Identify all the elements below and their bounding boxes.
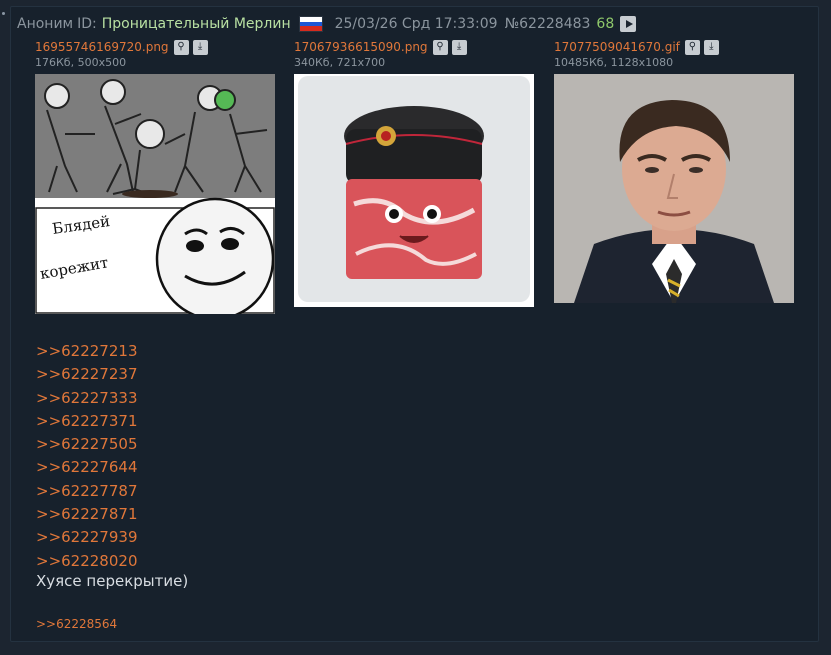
reply-link[interactable]: >>62227333 <box>36 387 137 410</box>
post: Аноним ID: Проницательный Мерлин 25/03/2… <box>10 6 819 642</box>
file-name[interactable]: 17067936615090.png <box>294 40 428 54</box>
thumbnail-3[interactable] <box>554 74 794 303</box>
play-icon[interactable] <box>620 16 637 32</box>
reply-link[interactable]: >>62227644 <box>36 456 137 479</box>
file-meta: 340Кб, 721x700 <box>294 56 386 69</box>
search-icon[interactable]: ⚲ <box>432 39 448 55</box>
reply-link[interactable]: >>62228020 <box>36 550 137 573</box>
russia-flag-icon <box>298 16 323 32</box>
post-bullet <box>2 12 5 15</box>
post-header: Аноним ID: Проницательный Мерлин 25/03/2… <box>17 15 637 33</box>
reply-link[interactable]: >>62227213 <box>36 340 137 363</box>
id-label: ID: <box>77 16 97 32</box>
file-name[interactable]: 16955746169720.png <box>35 40 169 54</box>
download-icon[interactable]: ⤓ <box>451 39 467 55</box>
download-icon[interactable]: ⤓ <box>192 39 208 55</box>
backlink[interactable]: >>62228564 <box>36 617 117 631</box>
file-meta: 176Кб, 500x500 <box>35 56 127 69</box>
file-name[interactable]: 17077509041670.gif <box>554 40 680 54</box>
file-info-2: 17067936615090.png ⚲ ⤓ 340Кб, 721x700 <box>294 39 467 69</box>
reply-links: >>62227213 >>62227237 >>62227333 >>62227… <box>36 340 137 573</box>
reply-link[interactable]: >>62227237 <box>36 363 137 386</box>
reply-link[interactable]: >>62227871 <box>36 503 137 526</box>
file-info-3: 17077509041670.gif ⚲ ⤓ 10485Кб, 1128x108… <box>554 39 719 69</box>
poster-name: Аноним <box>17 16 74 32</box>
search-icon[interactable]: ⚲ <box>684 39 700 55</box>
post-number[interactable]: №62228483 <box>505 16 591 32</box>
download-icon[interactable]: ⤓ <box>703 39 719 55</box>
reply-link[interactable]: >>62227371 <box>36 410 137 433</box>
file-meta: 10485Кб, 1128x1080 <box>554 56 674 69</box>
thumbnail-1[interactable]: Блядей корежит <box>35 74 275 314</box>
post-message: Хуясе перекрытие) <box>36 572 189 590</box>
post-date: 25/03/26 Срд 17:33:09 <box>334 16 498 32</box>
thumbnail-2[interactable] <box>294 74 534 307</box>
search-icon[interactable]: ⚲ <box>173 39 189 55</box>
reply-link[interactable]: >>62227787 <box>36 480 137 503</box>
post-count: 68 <box>596 16 615 32</box>
reply-link[interactable]: >>62227505 <box>36 433 137 456</box>
reply-link[interactable]: >>62227939 <box>36 526 137 549</box>
file-info-1: 16955746169720.png ⚲ ⤓ 176Кб, 500x500 <box>35 39 208 69</box>
poster-id-name[interactable]: Проницательный Мерлин <box>102 16 291 32</box>
